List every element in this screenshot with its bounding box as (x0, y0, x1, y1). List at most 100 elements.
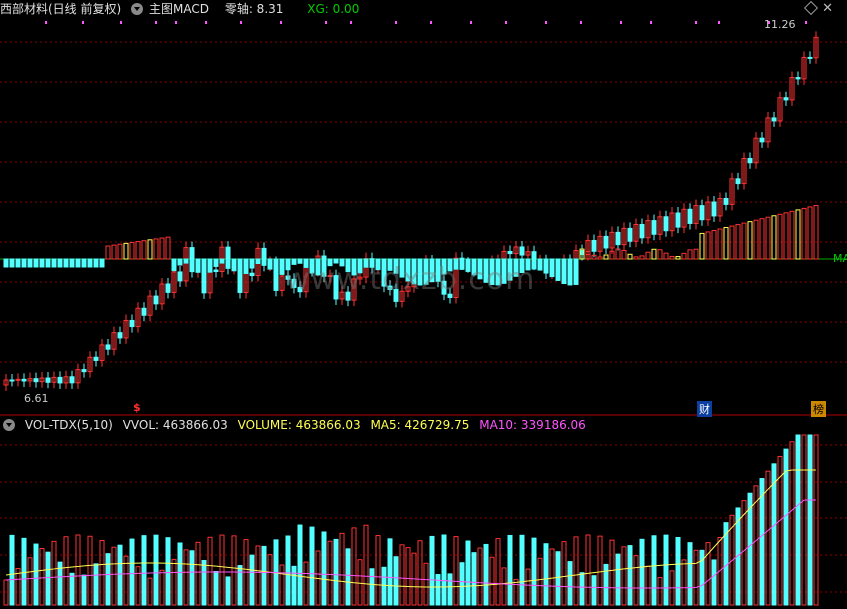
finance-marker[interactable]: 财 (697, 401, 712, 417)
macd-bar (597, 256, 603, 260)
dollar-marker[interactable]: $ (133, 401, 141, 414)
macd-bar (159, 237, 165, 260)
top-marker-tick (240, 21, 242, 24)
top-marker-tick (805, 21, 807, 24)
candle-body (93, 356, 99, 361)
volume-bar (807, 434, 813, 606)
candle-body (21, 378, 27, 382)
volume-bar (447, 573, 453, 606)
chart-canvas[interactable] (0, 0, 847, 609)
volume-bar (579, 572, 585, 606)
candle-body (213, 269, 219, 273)
macd-bar (705, 231, 711, 260)
ranking-marker[interactable]: 榜 (811, 401, 826, 417)
macd-bar (693, 248, 699, 260)
volume-bar (453, 536, 459, 606)
macd-bar (813, 204, 819, 260)
macd-bar (75, 258, 81, 268)
macd-bar (9, 258, 15, 268)
volume-bar (663, 534, 669, 606)
volume-bar (573, 536, 579, 606)
volume-bar (261, 545, 267, 606)
top-marker-tick (430, 21, 432, 24)
watermark: www.tdxzb.com (285, 262, 536, 297)
top-marker-tick (205, 21, 207, 24)
volume-bar (375, 535, 381, 606)
macd-bar (69, 258, 75, 268)
volume-bar (609, 539, 615, 606)
macd-bar (87, 258, 93, 268)
top-marker-tick (545, 21, 547, 24)
candle-body (9, 379, 15, 382)
macd-bar (633, 256, 639, 260)
volume-bar (651, 535, 657, 606)
macd-bar (639, 255, 645, 260)
volume-bar (33, 543, 39, 606)
volume-bar (399, 544, 405, 606)
low-price-label: 6.61 (24, 392, 49, 405)
macd-bar (171, 258, 177, 272)
macd-bar (81, 258, 87, 268)
volume-bar (63, 536, 69, 606)
volume-bar (531, 537, 537, 606)
volume-bar (567, 561, 573, 606)
candle-body (141, 307, 147, 316)
top-marker-tick (395, 21, 397, 24)
candle-body (177, 271, 183, 282)
macd-bar (201, 258, 207, 276)
volume-bar (681, 559, 687, 606)
candle-body (651, 220, 657, 235)
top-marker-tick (505, 21, 507, 24)
macd-bar (567, 258, 573, 286)
volume-bar (801, 434, 807, 606)
macd-bar (177, 258, 183, 266)
volume-bar (489, 556, 495, 606)
volume-bar (429, 535, 435, 606)
top-marker-tick (175, 21, 177, 24)
volume-bar (117, 544, 123, 606)
candle-body (639, 223, 645, 239)
candle-body (15, 378, 21, 381)
volume-bar (483, 543, 489, 606)
volume-bar (549, 548, 555, 606)
high-price-label: 11.26 (764, 18, 796, 31)
volume-bar (561, 541, 567, 606)
macd-bar (747, 221, 753, 260)
top-marker-tick (580, 21, 582, 24)
macd-bar (111, 244, 117, 260)
macd-bar (105, 245, 111, 260)
volume-bar (633, 555, 639, 606)
volume-bar (789, 441, 795, 606)
volume-bar (477, 547, 483, 606)
macd-bar (63, 258, 69, 268)
macd-bar (741, 222, 747, 260)
volume-bar (333, 538, 339, 606)
macd-bar (555, 258, 561, 281)
volume-bar (303, 561, 309, 606)
macd-bar (165, 236, 171, 260)
macd-bar (15, 258, 21, 268)
volume-bar (597, 535, 603, 606)
volume-bar (657, 577, 663, 606)
volume-bar (213, 570, 219, 606)
volume-bar (357, 559, 363, 606)
candle-body (519, 246, 525, 256)
macd-bar (231, 258, 237, 272)
volume-bar (129, 538, 135, 606)
volume-bar (555, 551, 561, 606)
volume-bar (237, 565, 243, 606)
macd-bar (261, 258, 267, 265)
volume-bar (393, 556, 399, 606)
macd-bar (3, 258, 9, 268)
volume-bar (381, 566, 387, 606)
volume-bar (417, 540, 423, 606)
candle-body (795, 77, 801, 80)
top-marker-tick (280, 21, 282, 24)
macd-bar (687, 249, 693, 260)
macd-bar (621, 250, 627, 260)
volume-bar (471, 552, 477, 606)
candle-body (591, 239, 597, 252)
candle-body (579, 250, 585, 256)
volume-bar (51, 540, 57, 606)
volume-bar (627, 545, 633, 606)
